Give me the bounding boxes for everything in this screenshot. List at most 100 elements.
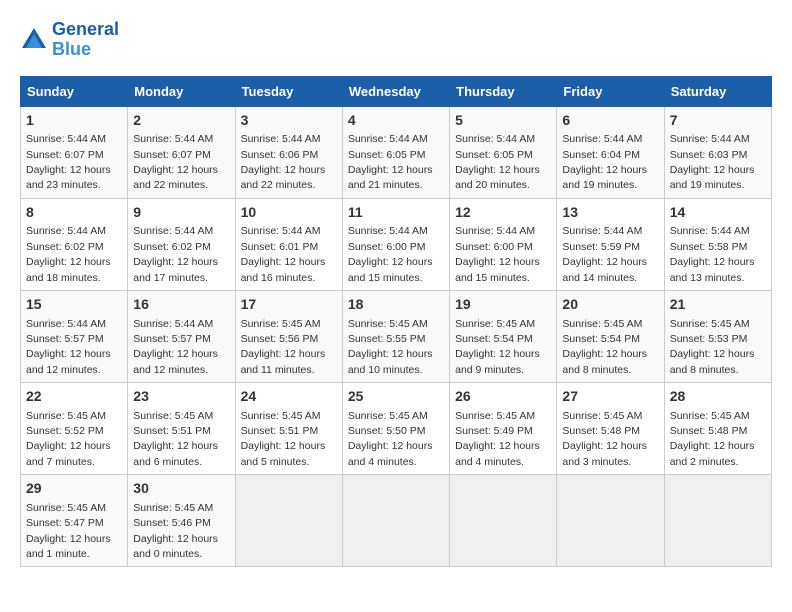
day-cell	[342, 475, 449, 567]
day-number: 26	[455, 387, 551, 407]
day-info: Sunrise: 5:44 AMSunset: 6:07 PMDaylight:…	[26, 133, 111, 191]
day-number: 27	[562, 387, 658, 407]
day-cell: 24 Sunrise: 5:45 AMSunset: 5:51 PMDaylig…	[235, 383, 342, 475]
day-info: Sunrise: 5:45 AMSunset: 5:53 PMDaylight:…	[670, 318, 755, 376]
week-row-3: 15 Sunrise: 5:44 AMSunset: 5:57 PMDaylig…	[21, 290, 772, 382]
header-sunday: Sunday	[21, 76, 128, 106]
day-cell: 5 Sunrise: 5:44 AMSunset: 6:05 PMDayligh…	[450, 106, 557, 198]
day-number: 28	[670, 387, 766, 407]
week-row-4: 22 Sunrise: 5:45 AMSunset: 5:52 PMDaylig…	[21, 383, 772, 475]
day-number: 15	[26, 295, 122, 315]
day-number: 25	[348, 387, 444, 407]
day-cell: 8 Sunrise: 5:44 AMSunset: 6:02 PMDayligh…	[21, 198, 128, 290]
day-info: Sunrise: 5:44 AMSunset: 6:02 PMDaylight:…	[26, 225, 111, 283]
day-info: Sunrise: 5:45 AMSunset: 5:55 PMDaylight:…	[348, 318, 433, 376]
logo: General Blue	[20, 20, 119, 60]
header-friday: Friday	[557, 76, 664, 106]
day-cell: 7 Sunrise: 5:44 AMSunset: 6:03 PMDayligh…	[664, 106, 771, 198]
day-number: 18	[348, 295, 444, 315]
day-info: Sunrise: 5:45 AMSunset: 5:54 PMDaylight:…	[455, 318, 540, 376]
day-info: Sunrise: 5:45 AMSunset: 5:46 PMDaylight:…	[133, 502, 218, 560]
day-cell: 29 Sunrise: 5:45 AMSunset: 5:47 PMDaylig…	[21, 475, 128, 567]
day-cell	[235, 475, 342, 567]
week-row-1: 1 Sunrise: 5:44 AMSunset: 6:07 PMDayligh…	[21, 106, 772, 198]
day-info: Sunrise: 5:45 AMSunset: 5:54 PMDaylight:…	[562, 318, 647, 376]
day-number: 5	[455, 111, 551, 131]
day-cell: 30 Sunrise: 5:45 AMSunset: 5:46 PMDaylig…	[128, 475, 235, 567]
day-number: 21	[670, 295, 766, 315]
day-cell: 18 Sunrise: 5:45 AMSunset: 5:55 PMDaylig…	[342, 290, 449, 382]
day-info: Sunrise: 5:45 AMSunset: 5:52 PMDaylight:…	[26, 410, 111, 468]
day-info: Sunrise: 5:45 AMSunset: 5:50 PMDaylight:…	[348, 410, 433, 468]
day-number: 7	[670, 111, 766, 131]
day-info: Sunrise: 5:44 AMSunset: 6:04 PMDaylight:…	[562, 133, 647, 191]
day-number: 30	[133, 479, 229, 499]
day-info: Sunrise: 5:44 AMSunset: 6:00 PMDaylight:…	[348, 225, 433, 283]
day-number: 10	[241, 203, 337, 223]
day-number: 23	[133, 387, 229, 407]
day-cell: 12 Sunrise: 5:44 AMSunset: 6:00 PMDaylig…	[450, 198, 557, 290]
day-cell: 11 Sunrise: 5:44 AMSunset: 6:00 PMDaylig…	[342, 198, 449, 290]
day-cell: 19 Sunrise: 5:45 AMSunset: 5:54 PMDaylig…	[450, 290, 557, 382]
day-info: Sunrise: 5:45 AMSunset: 5:51 PMDaylight:…	[133, 410, 218, 468]
day-cell: 28 Sunrise: 5:45 AMSunset: 5:48 PMDaylig…	[664, 383, 771, 475]
day-info: Sunrise: 5:45 AMSunset: 5:56 PMDaylight:…	[241, 318, 326, 376]
day-cell: 22 Sunrise: 5:45 AMSunset: 5:52 PMDaylig…	[21, 383, 128, 475]
day-number: 4	[348, 111, 444, 131]
header-thursday: Thursday	[450, 76, 557, 106]
day-number: 24	[241, 387, 337, 407]
day-cell: 17 Sunrise: 5:45 AMSunset: 5:56 PMDaylig…	[235, 290, 342, 382]
page-header: General Blue	[20, 20, 772, 60]
day-cell: 25 Sunrise: 5:45 AMSunset: 5:50 PMDaylig…	[342, 383, 449, 475]
day-info: Sunrise: 5:45 AMSunset: 5:49 PMDaylight:…	[455, 410, 540, 468]
day-info: Sunrise: 5:44 AMSunset: 6:05 PMDaylight:…	[348, 133, 433, 191]
day-cell: 26 Sunrise: 5:45 AMSunset: 5:49 PMDaylig…	[450, 383, 557, 475]
day-number: 3	[241, 111, 337, 131]
day-info: Sunrise: 5:44 AMSunset: 5:58 PMDaylight:…	[670, 225, 755, 283]
day-number: 1	[26, 111, 122, 131]
week-row-2: 8 Sunrise: 5:44 AMSunset: 6:02 PMDayligh…	[21, 198, 772, 290]
day-info: Sunrise: 5:44 AMSunset: 5:59 PMDaylight:…	[562, 225, 647, 283]
day-info: Sunrise: 5:44 AMSunset: 5:57 PMDaylight:…	[26, 318, 111, 376]
day-info: Sunrise: 5:44 AMSunset: 6:05 PMDaylight:…	[455, 133, 540, 191]
day-number: 29	[26, 479, 122, 499]
day-cell: 6 Sunrise: 5:44 AMSunset: 6:04 PMDayligh…	[557, 106, 664, 198]
day-cell: 1 Sunrise: 5:44 AMSunset: 6:07 PMDayligh…	[21, 106, 128, 198]
calendar-table: SundayMondayTuesdayWednesdayThursdayFrid…	[20, 76, 772, 568]
day-cell: 15 Sunrise: 5:44 AMSunset: 5:57 PMDaylig…	[21, 290, 128, 382]
day-number: 20	[562, 295, 658, 315]
logo-icon	[20, 26, 48, 54]
day-cell: 9 Sunrise: 5:44 AMSunset: 6:02 PMDayligh…	[128, 198, 235, 290]
day-number: 17	[241, 295, 337, 315]
day-cell: 14 Sunrise: 5:44 AMSunset: 5:58 PMDaylig…	[664, 198, 771, 290]
header-row: SundayMondayTuesdayWednesdayThursdayFrid…	[21, 76, 772, 106]
day-number: 11	[348, 203, 444, 223]
day-info: Sunrise: 5:44 AMSunset: 6:03 PMDaylight:…	[670, 133, 755, 191]
day-number: 19	[455, 295, 551, 315]
day-info: Sunrise: 5:44 AMSunset: 6:02 PMDaylight:…	[133, 225, 218, 283]
day-cell: 21 Sunrise: 5:45 AMSunset: 5:53 PMDaylig…	[664, 290, 771, 382]
day-number: 13	[562, 203, 658, 223]
day-info: Sunrise: 5:44 AMSunset: 6:00 PMDaylight:…	[455, 225, 540, 283]
day-info: Sunrise: 5:45 AMSunset: 5:48 PMDaylight:…	[562, 410, 647, 468]
day-cell	[450, 475, 557, 567]
day-info: Sunrise: 5:44 AMSunset: 6:01 PMDaylight:…	[241, 225, 326, 283]
day-number: 2	[133, 111, 229, 131]
day-cell: 3 Sunrise: 5:44 AMSunset: 6:06 PMDayligh…	[235, 106, 342, 198]
day-number: 16	[133, 295, 229, 315]
day-number: 12	[455, 203, 551, 223]
day-info: Sunrise: 5:44 AMSunset: 5:57 PMDaylight:…	[133, 318, 218, 376]
day-info: Sunrise: 5:44 AMSunset: 6:07 PMDaylight:…	[133, 133, 218, 191]
day-info: Sunrise: 5:44 AMSunset: 6:06 PMDaylight:…	[241, 133, 326, 191]
day-info: Sunrise: 5:45 AMSunset: 5:47 PMDaylight:…	[26, 502, 111, 560]
day-cell: 27 Sunrise: 5:45 AMSunset: 5:48 PMDaylig…	[557, 383, 664, 475]
day-cell: 4 Sunrise: 5:44 AMSunset: 6:05 PMDayligh…	[342, 106, 449, 198]
day-cell: 2 Sunrise: 5:44 AMSunset: 6:07 PMDayligh…	[128, 106, 235, 198]
day-cell: 20 Sunrise: 5:45 AMSunset: 5:54 PMDaylig…	[557, 290, 664, 382]
day-number: 14	[670, 203, 766, 223]
header-saturday: Saturday	[664, 76, 771, 106]
day-cell: 13 Sunrise: 5:44 AMSunset: 5:59 PMDaylig…	[557, 198, 664, 290]
day-number: 9	[133, 203, 229, 223]
day-cell: 23 Sunrise: 5:45 AMSunset: 5:51 PMDaylig…	[128, 383, 235, 475]
header-tuesday: Tuesday	[235, 76, 342, 106]
